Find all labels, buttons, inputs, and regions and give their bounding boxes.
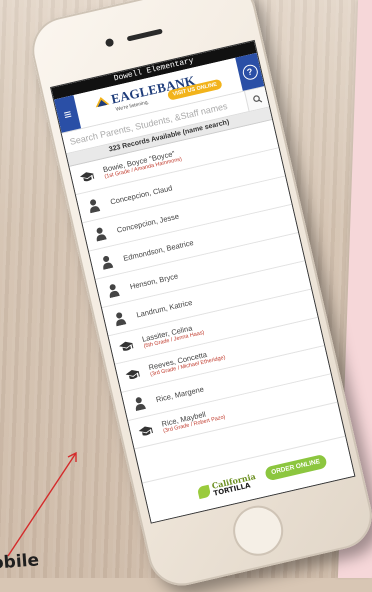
help-icon: ? <box>240 62 259 81</box>
search-icon <box>252 94 262 103</box>
hamburger-icon: ≡ <box>62 105 73 123</box>
graduation-cap-icon <box>138 426 153 436</box>
sponsor-logo[interactable]: California TORTILLA <box>196 471 258 501</box>
list-item-name: Concepcion, Jesse <box>115 211 180 235</box>
order-online-button[interactable]: ORDER ONLINE <box>264 453 328 482</box>
front-camera <box>104 37 115 48</box>
person-icon <box>103 255 114 270</box>
graduation-cap-icon <box>125 370 140 380</box>
person-icon <box>90 199 101 214</box>
list-item-name: Landrum, Katrice <box>135 297 194 320</box>
help-button[interactable]: ? <box>235 52 265 91</box>
person-icon <box>96 227 107 242</box>
graduation-cap-icon <box>119 341 134 351</box>
person-icon <box>116 312 127 327</box>
list-item-name: Rice, Margene <box>155 384 205 405</box>
annotation-text: obile <box>0 550 40 574</box>
person-icon <box>109 284 120 299</box>
list-item-name: Concepcion, Claud <box>109 183 174 207</box>
graduation-cap-icon <box>79 172 95 182</box>
earpiece-speaker <box>126 28 163 42</box>
menu-button[interactable]: ≡ <box>53 95 82 133</box>
list-item-name: Henson, Bryce <box>128 271 179 292</box>
leaf-icon <box>196 484 212 500</box>
eagle-logo-icon <box>95 97 110 108</box>
search-button[interactable] <box>244 86 269 112</box>
person-icon <box>135 397 146 412</box>
home-button[interactable] <box>228 500 289 561</box>
